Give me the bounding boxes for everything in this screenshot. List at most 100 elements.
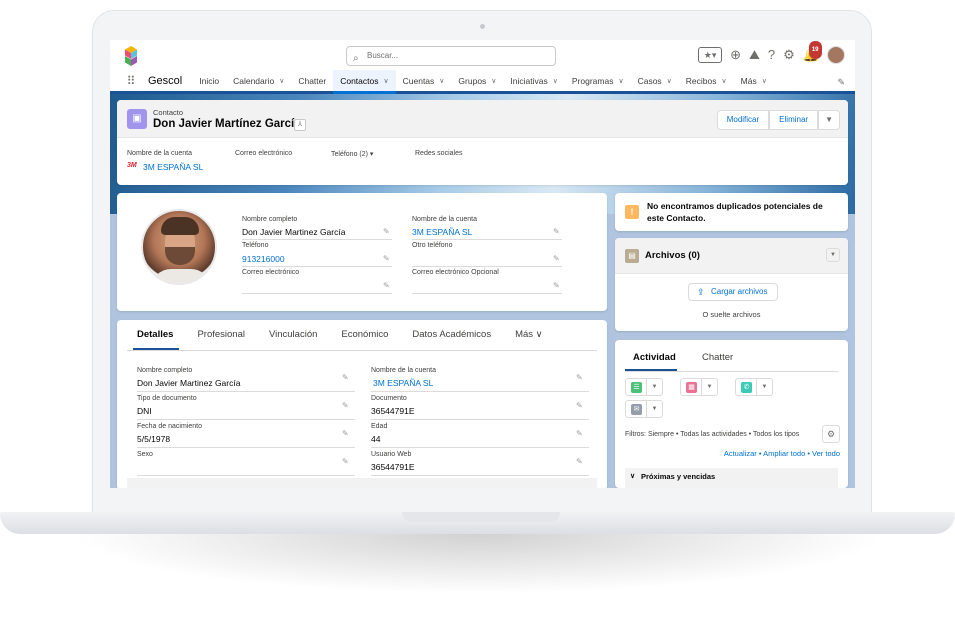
- edit-pencil-icon[interactable]: ✎: [553, 281, 560, 290]
- search-input[interactable]: ⌕ Buscar...: [346, 46, 556, 66]
- tab-activity[interactable]: Actividad: [633, 352, 676, 363]
- edit-pencil-icon[interactable]: ✎: [383, 254, 390, 263]
- log-call-button[interactable]: ✆: [735, 378, 757, 396]
- profile-full-name: Don Javier Martinez García: [242, 227, 346, 237]
- edit-pencil-icon[interactable]: ✎: [576, 457, 583, 466]
- setup-gear-icon[interactable]: ⚙: [783, 47, 795, 63]
- filter-gear-icon[interactable]: ⚙: [822, 425, 840, 443]
- favorites-star-icon[interactable]: ★▾: [698, 47, 723, 63]
- edit-pencil-icon[interactable]: ✎: [576, 429, 583, 438]
- chevron-down-icon[interactable]: ∨: [491, 77, 496, 85]
- new-event-button[interactable]: ▦: [680, 378, 702, 396]
- nav-item-programas[interactable]: Programas ∨: [565, 70, 631, 91]
- contact-photo: [141, 209, 217, 285]
- chevron-down-icon[interactable]: ∨: [667, 77, 672, 85]
- upload-files-button[interactable]: ⇪ Cargar archivos: [688, 283, 779, 301]
- tab-chatter[interactable]: Chatter: [702, 352, 733, 363]
- chevron-down-icon[interactable]: ▼: [757, 378, 773, 396]
- nav-item-chatter[interactable]: Chatter: [291, 70, 333, 91]
- activity-links[interactable]: Actualizar • Ampliar todo • Ver todo: [724, 449, 840, 458]
- nav-item-iniciativas[interactable]: Iniciativas ∨: [503, 70, 564, 91]
- chevron-down-icon[interactable]: ▼: [647, 378, 663, 396]
- tab-profesional[interactable]: Profesional: [187, 320, 259, 350]
- detail-field-value[interactable]: 3M ESPAÑA SL: [373, 378, 433, 388]
- field-divider: [137, 391, 355, 392]
- user-avatar[interactable]: [827, 46, 845, 64]
- screen: ⌕ Buscar... ★▾ ⊕ ⛰ ? ⚙ 🔔19 ⠿ Gescol Inic…: [110, 40, 855, 488]
- tab-vinculación[interactable]: Vinculación: [259, 320, 331, 350]
- chevron-down-icon[interactable]: ∨: [439, 77, 444, 85]
- edit-pencil-icon[interactable]: ✎: [553, 254, 560, 263]
- app-launcher-icon[interactable]: ⠿: [118, 70, 144, 91]
- detail-field-label: Edad: [371, 423, 388, 430]
- task-icon: ☰: [631, 382, 642, 393]
- detail-field-value: 5/5/1978: [137, 434, 171, 444]
- chevron-down-icon[interactable]: ∨: [553, 77, 558, 85]
- edit-pencil-icon[interactable]: ✎: [576, 401, 583, 410]
- global-actions-icon[interactable]: ⊕: [730, 47, 741, 63]
- edit-button[interactable]: Modificar: [716, 110, 770, 130]
- profile-phone-link[interactable]: 913216000: [242, 254, 285, 264]
- tab-más[interactable]: Más ∨: [505, 320, 557, 350]
- nav-item-label: Programas: [571, 75, 614, 86]
- upcoming-section-header[interactable]: ∨ Próximas y vencidas: [625, 468, 838, 488]
- detail-field-label: Usuario Web: [371, 451, 412, 458]
- chevron-down-icon[interactable]: ∨: [722, 77, 727, 85]
- chevron-down-icon[interactable]: ∨: [384, 77, 389, 85]
- tab-económico[interactable]: Económico: [331, 320, 402, 350]
- nav-item-label: Calendario: [233, 75, 275, 86]
- field-divider: [412, 266, 562, 267]
- chevron-down-icon[interactable]: ▼: [647, 400, 663, 418]
- edit-pencil-icon[interactable]: ✎: [553, 227, 560, 236]
- field-divider: [371, 475, 589, 476]
- email-button[interactable]: ✉: [625, 400, 647, 418]
- delete-button[interactable]: Eliminar: [769, 110, 819, 130]
- contact-icon: ▣: [127, 109, 147, 129]
- edit-pencil-icon[interactable]: ✎: [383, 227, 390, 236]
- nav-item-recibos[interactable]: Recibos ∨: [679, 70, 734, 91]
- edit-pencil-icon[interactable]: ✎: [576, 373, 583, 382]
- highlight-phone-label[interactable]: Teléfono (2) ▾: [331, 150, 373, 158]
- files-menu-chevron-icon[interactable]: ▼: [826, 248, 840, 262]
- nav-item-inicio[interactable]: Inicio: [192, 70, 226, 91]
- chevron-down-icon[interactable]: ∨: [618, 77, 623, 85]
- chevron-down-icon[interactable]: ▼: [702, 378, 718, 396]
- profile-phone-label: Teléfono: [242, 242, 269, 249]
- edit-nav-pencil-icon[interactable]: ✎: [837, 77, 845, 88]
- edit-pencil-icon[interactable]: ✎: [383, 281, 390, 290]
- nav-item-grupos[interactable]: Grupos ∨: [451, 70, 503, 91]
- highlight-account-link[interactable]: 3M ESPAÑA SL: [143, 162, 203, 172]
- nav-item-casos[interactable]: Casos ∨: [631, 70, 679, 91]
- tab-datos-académicos[interactable]: Datos Académicos: [402, 320, 505, 350]
- profile-alt-email-label: Correo electrónico Opcional: [412, 269, 499, 276]
- edit-pencil-icon[interactable]: ✎: [342, 401, 349, 410]
- chevron-down-icon[interactable]: ∨: [762, 77, 767, 85]
- tab-label: Detalles: [137, 329, 174, 340]
- file-icon: ▤: [625, 249, 639, 263]
- edit-pencil-icon[interactable]: ✎: [342, 429, 349, 438]
- help-icon[interactable]: ?: [768, 47, 775, 63]
- nav-item-más[interactable]: Más ∨: [734, 70, 774, 91]
- field-divider: [371, 419, 589, 420]
- hierarchy-icon[interactable]: ⅄: [294, 119, 306, 131]
- profile-account-link[interactable]: 3M ESPAÑA SL: [412, 227, 472, 237]
- chevron-down-icon[interactable]: ∨: [279, 77, 284, 85]
- notifications-bell-icon[interactable]: 🔔19: [803, 41, 822, 63]
- search-placeholder: Buscar...: [367, 51, 399, 60]
- detail-field-label: Sexo: [137, 451, 153, 458]
- new-task-button[interactable]: ☰: [625, 378, 647, 396]
- nav-item-label: Grupos: [458, 75, 487, 86]
- nav-item-calendario[interactable]: Calendario ∨: [226, 70, 291, 91]
- nav-item-contactos[interactable]: Contactos ∨: [333, 70, 396, 94]
- detail-field-value: 36544791E: [371, 406, 415, 416]
- edit-pencil-icon[interactable]: ✎: [342, 457, 349, 466]
- nav-item-cuentas[interactable]: Cuentas ∨: [396, 70, 452, 91]
- tabs-divider: [127, 350, 597, 351]
- edit-pencil-icon[interactable]: ✎: [342, 373, 349, 382]
- activity-filters: Filtros: Siempre • Todas las actividades…: [625, 431, 800, 438]
- tab-detalles[interactable]: Detalles: [127, 320, 187, 350]
- more-actions-chevron-icon[interactable]: ▼: [818, 110, 840, 130]
- detail-field-value: DNI: [137, 406, 152, 416]
- trailhead-icon[interactable]: ⛰: [749, 47, 760, 63]
- files-title[interactable]: Archivos (0): [645, 250, 700, 261]
